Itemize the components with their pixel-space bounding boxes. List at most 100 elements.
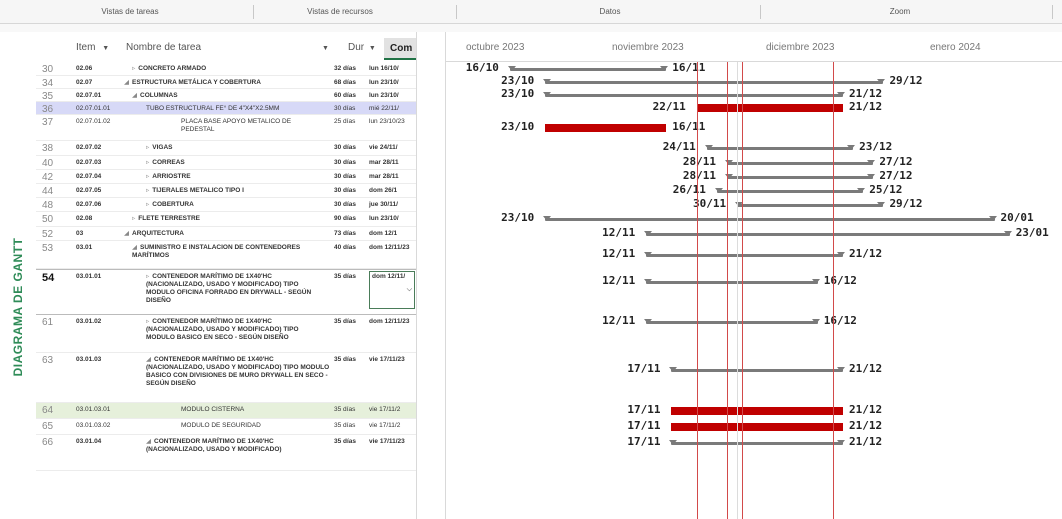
collapse-icon[interactable]: ◢ <box>124 230 129 237</box>
bar-start-cap-icon <box>704 145 713 150</box>
bar-start-label: 12/11 <box>602 247 636 260</box>
table-row[interactable]: 52 03 ◢ ARQUITECTURA 73 días dom 12/1 <box>36 227 416 241</box>
gantt-summary-bar[interactable] <box>714 188 866 193</box>
row-start: dom 12/11/23 <box>369 318 410 325</box>
gantt-task-bar-critical[interactable] <box>545 124 667 132</box>
header-com-label: Com <box>390 43 413 54</box>
table-row[interactable]: 65 03.01.03.02 MODULO DE SEGURIDAD 35 dí… <box>36 419 416 435</box>
row-item: 03.01.01 <box>76 273 102 280</box>
grid-splitter[interactable] <box>416 32 446 519</box>
row-id: 34 <box>42 78 54 89</box>
row-start[interactable]: dom 12/11/ <box>372 273 405 280</box>
row-name: MODULO CISTERNA <box>181 406 321 414</box>
expand-icon[interactable]: ▹ <box>132 215 135 222</box>
collapse-icon[interactable]: ◢ <box>124 79 129 86</box>
bar-end-label: 16/12 <box>823 314 857 327</box>
row-name-text: ARRIOSTRE <box>152 173 191 180</box>
row-name-text: MODULO CISTERNA <box>181 406 245 413</box>
gantt-task-bar-critical[interactable] <box>696 104 844 112</box>
expand-icon[interactable]: ▹ <box>132 65 135 72</box>
chevron-down-icon[interactable]: ▼ <box>322 41 329 56</box>
gantt-summary-bar[interactable] <box>724 160 876 165</box>
table-row[interactable]: 40 02.07.03 ▹ CORREAS 30 días mar 28/11 <box>36 156 416 170</box>
gantt-summary-bar[interactable] <box>724 174 876 179</box>
chevron-down-icon[interactable]: ▼ <box>369 45 376 52</box>
expand-icon[interactable]: ▹ <box>146 273 149 280</box>
row-name: ◢ SUMINISTRO E INSTALACION DE CONTENEDORE… <box>132 244 312 260</box>
ribbon-group-zoom: Zoom <box>889 7 911 16</box>
row-start-editor[interactable]: dom 12/11/⌵ <box>369 271 415 309</box>
expand-icon[interactable]: ▹ <box>146 318 149 325</box>
expand-icon[interactable]: ▹ <box>146 201 149 208</box>
collapse-icon[interactable]: ◢ <box>132 244 137 251</box>
expand-icon[interactable]: ▹ <box>146 159 149 166</box>
table-row[interactable]: 66 03.01.04 ◢ CONTENEDOR MARÍTIMO DE 1x40… <box>36 435 416 471</box>
row-item: 02.07.04 <box>76 173 102 180</box>
table-row[interactable]: 36 02.07.01.01 TUBO ESTRUCTURAL Fe° DE 4… <box>36 102 416 115</box>
gantt-summary-bar[interactable] <box>507 66 669 71</box>
chevron-down-icon[interactable]: ▼ <box>102 45 109 52</box>
header-item-label: Item <box>76 42 96 53</box>
gantt-summary-bar[interactable] <box>644 231 1012 236</box>
row-name-text: CONCRETO ARMADO <box>138 65 207 72</box>
table-row[interactable]: 48 02.07.06 ▹ COBERTURA 30 días jue 30/11… <box>36 198 416 212</box>
row-id: 36 <box>42 104 54 115</box>
row-duration: 35 días <box>334 422 356 429</box>
bar-end-cap-icon <box>837 92 846 97</box>
gantt-summary-bar[interactable] <box>735 202 886 207</box>
row-name: ▹ FLETE TERRESTRE <box>132 215 332 223</box>
view-label-text: DIAGRAMA DE GANTT <box>11 237 25 377</box>
row-name-text: PLACA BASE APOYO METALICO DE PEDESTAL <box>181 118 292 133</box>
gantt-summary-bar[interactable] <box>704 145 856 150</box>
row-duration: 35 días <box>334 438 357 445</box>
row-duration: 30 días <box>334 187 357 194</box>
bar-end-label: 21/12 <box>849 100 883 113</box>
ribbon-separator <box>456 5 457 19</box>
row-start: lun 23/10/ <box>369 92 399 99</box>
header-start[interactable]: Com <box>384 38 416 60</box>
header-duration[interactable]: Dur ▼ <box>348 40 382 56</box>
timeline-marker-line <box>742 62 744 519</box>
table-row[interactable]: 34 02.07 ◢ ESTRUCTURA METÁLICA Y COBERTUR… <box>36 76 416 89</box>
ribbon-spacer <box>0 24 1062 32</box>
bar-end-label: 16/11 <box>672 61 706 74</box>
table-row[interactable]: 61 03.01.02 ▹ CONTENEDOR MARÍTIMO DE 1x40… <box>36 315 416 353</box>
row-name: ▹ CONCRETO ARMADO <box>132 65 332 73</box>
bar-end-label: 21/12 <box>849 362 883 375</box>
bar-start-label: 28/11 <box>682 155 717 168</box>
row-duration: 30 días <box>334 201 357 208</box>
header-task-name[interactable]: Nombre de tarea ▼ <box>126 40 331 56</box>
row-start: lun 23/10/ <box>369 215 399 222</box>
table-row[interactable]: 63 03.01.03 ◢ CONTENEDOR MARÍTIMO DE 1x40… <box>36 353 416 403</box>
bar-end-cap-icon <box>877 202 886 207</box>
table-row[interactable]: 38 02.07.02 ▹ VIGAS 30 días vie 24/11/ <box>36 141 416 156</box>
gantt-summary-bar[interactable] <box>644 319 820 324</box>
table-row[interactable]: 37 02.07.01.02 PLACA BASE APOYO METALICO… <box>36 115 416 141</box>
bar-end-label: 21/12 <box>849 403 883 416</box>
gantt-summary-bar[interactable] <box>543 92 846 97</box>
gantt-summary-bar[interactable] <box>644 252 846 257</box>
table-row[interactable]: 53 03.01 ◢ SUMINISTRO E INSTALACION DE CO… <box>36 241 416 269</box>
table-row[interactable]: 42 02.07.04 ▹ ARRIOSTRE 30 días mar 28/11 <box>36 170 416 184</box>
table-row[interactable]: 50 02.08 ▹ FLETE TERRESTRE 90 días lun 23… <box>36 212 416 227</box>
table-row-selected[interactable]: 54 03.01.01 ▹ CONTENEDOR MARÍTIMO DE 1x40… <box>36 269 416 315</box>
expand-icon[interactable]: ▹ <box>146 144 149 151</box>
chevron-down-icon[interactable]: ⌵ <box>407 286 412 294</box>
bar-end-label: 21/12 <box>849 435 883 448</box>
table-row[interactable]: 30 02.06 ▹ CONCRETO ARMADO 32 días lun 16… <box>36 62 416 76</box>
collapse-icon[interactable]: ◢ <box>132 92 137 99</box>
view-label: DIAGRAMA DE GANTT <box>0 232 36 382</box>
bar-start-label: 16/10 <box>465 61 499 74</box>
table-row[interactable]: 35 02.07.01 ◢ COLUMNAS 60 días lun 23/10/ <box>36 89 416 102</box>
timeline-marker-line <box>737 62 738 519</box>
expand-icon[interactable]: ▹ <box>146 187 149 194</box>
gantt-summary-bar[interactable] <box>644 279 820 284</box>
table-row[interactable]: 64 03.01.03.01 MODULO CISTERNA 35 días v… <box>36 403 416 419</box>
bar-start-cap-icon <box>714 188 723 193</box>
row-id: 48 <box>42 200 54 211</box>
collapse-icon[interactable]: ◢ <box>146 438 151 445</box>
gantt-summary-bar[interactable] <box>543 216 997 221</box>
table-row[interactable]: 44 02.07.05 ▹ TIJERALES METALICO TIPO I 3… <box>36 184 416 198</box>
expand-icon[interactable]: ▹ <box>146 173 149 180</box>
collapse-icon[interactable]: ◢ <box>146 356 151 363</box>
